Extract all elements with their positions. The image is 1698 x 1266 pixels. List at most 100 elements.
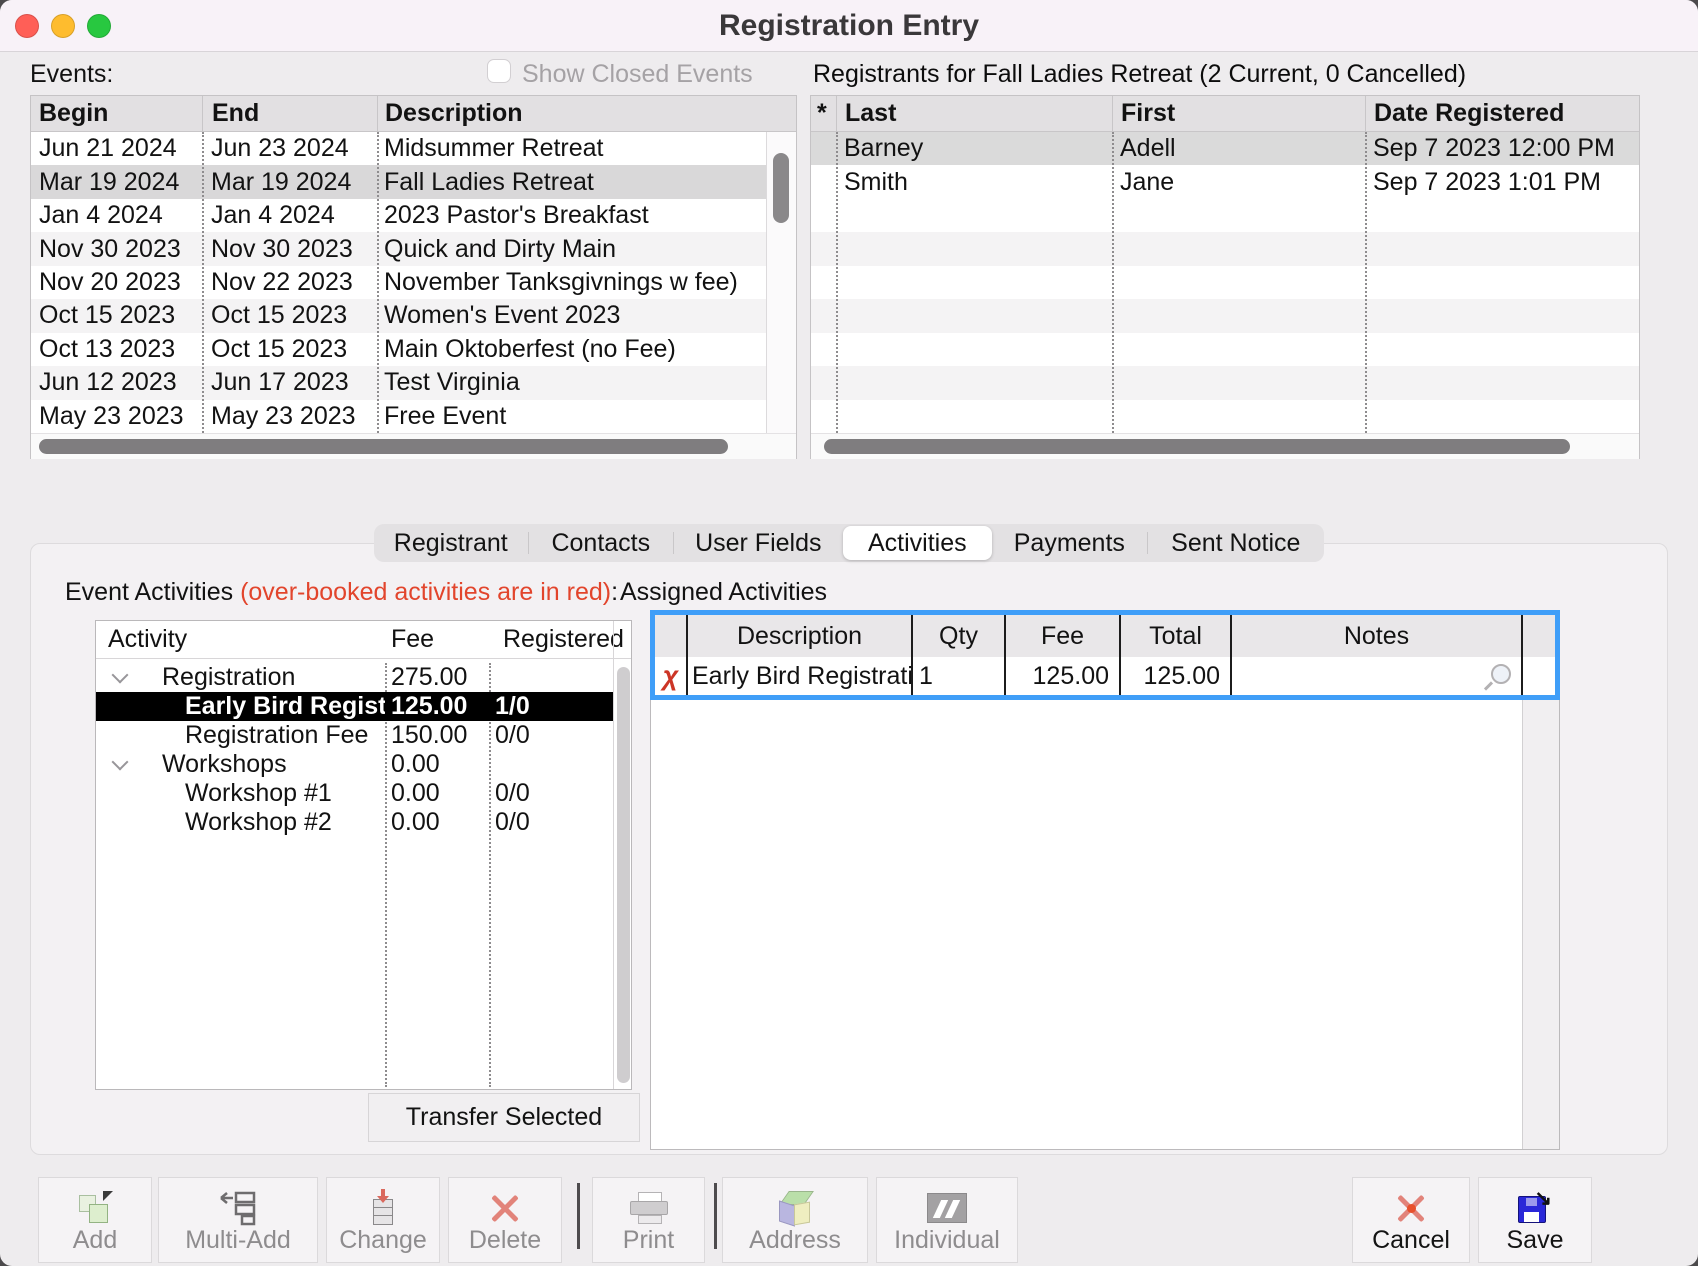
tree-row-workshop-2[interactable]: Workshop #2 0.00 0/0	[96, 808, 613, 837]
event-row[interactable]: Nov 20 2023 Nov 22 2023 November Tanksgi…	[31, 266, 766, 299]
transfer-selected-button[interactable]: Transfer Selected	[368, 1093, 640, 1142]
column-header-description[interactable]: Description	[686, 615, 911, 657]
tree-row-workshops[interactable]: Workshops 0.00	[96, 750, 613, 779]
change-button[interactable]: Change	[326, 1177, 440, 1263]
individual-button[interactable]: Individual	[876, 1177, 1018, 1263]
save-icon	[1479, 1188, 1591, 1228]
event-activities-tree: Activity Fee Registered Registration 275…	[95, 620, 632, 1090]
event-row[interactable]: Jan 4 2024 Jan 4 2024 2023 Pastor's Brea…	[31, 199, 766, 232]
print-icon	[593, 1188, 704, 1228]
assigned-notes-field[interactable]	[1230, 657, 1521, 695]
cell-begin: Oct 13 2023	[31, 335, 202, 364]
column-header-qty[interactable]: Qty	[911, 615, 1004, 657]
overbooked-note: (over-booked activities are in red)	[240, 578, 611, 606]
chevron-down-icon[interactable]	[113, 756, 127, 770]
event-row-selected[interactable]: Mar 19 2024 Mar 19 2024 Fall Ladies Retr…	[31, 165, 766, 198]
registrant-row[interactable]: Smith Jane Sep 7 2023 1:01 PM	[811, 165, 1639, 198]
empty-row[interactable]	[811, 199, 1639, 232]
show-closed-checkbox[interactable]	[487, 59, 511, 83]
event-row[interactable]: Oct 13 2023 Oct 15 2023 Main Oktoberfest…	[31, 333, 766, 366]
assigned-scrollbar-track[interactable]	[1522, 700, 1559, 1149]
column-header-first[interactable]: First	[1112, 96, 1365, 131]
column-header-end[interactable]: End	[202, 96, 377, 131]
event-row[interactable]: Nov 30 2023 Nov 30 2023 Quick and Dirty …	[31, 232, 766, 265]
column-header-fee[interactable]: Fee	[1004, 615, 1119, 657]
cell-description: Midsummer Retreat	[377, 134, 766, 163]
horizontal-scrollbar[interactable]	[811, 433, 1639, 459]
tree-row-registration[interactable]: Registration 275.00	[96, 663, 613, 692]
tree-fee: 0.00	[385, 808, 489, 837]
tab-registrant[interactable]: Registrant	[374, 524, 528, 562]
registrant-row-selected[interactable]: Barney Adell Sep 7 2023 12:00 PM	[811, 132, 1639, 165]
empty-row[interactable]	[811, 333, 1639, 366]
tree-fee: 0.00	[385, 779, 489, 808]
column-header-total[interactable]: Total	[1119, 615, 1230, 657]
multi-add-button[interactable]: Multi-Add	[158, 1177, 318, 1263]
remove-activity-icon[interactable]	[655, 657, 686, 695]
events-table-header: Begin End Description	[31, 96, 796, 132]
tab-payments[interactable]: Payments	[992, 524, 1147, 562]
empty-row[interactable]	[811, 299, 1639, 332]
assigned-fee-field[interactable]: 125.00	[1004, 657, 1119, 695]
tab-contacts[interactable]: Contacts	[529, 524, 674, 562]
tab-sent-notice[interactable]: Sent Notice	[1148, 524, 1324, 562]
tree-row-early-bird-selected[interactable]: Early Bird Registr... 125.00 1/0	[96, 692, 613, 721]
tree-row-workshop-1[interactable]: Workshop #1 0.00 0/0	[96, 779, 613, 808]
column-header-registered[interactable]: Registered	[489, 625, 631, 654]
save-button-label: Save	[1507, 1226, 1564, 1255]
assigned-total-field[interactable]: 125.00	[1119, 657, 1230, 695]
save-button[interactable]: Save	[1478, 1177, 1592, 1263]
assigned-row[interactable]: Early Bird Registration 1 125.00 125.00	[655, 657, 1555, 695]
add-button[interactable]: Add	[38, 1177, 152, 1263]
individual-button-label: Individual	[894, 1226, 1000, 1255]
cell-begin: May 23 2023	[31, 402, 202, 431]
horizontal-scrollbar-thumb[interactable]	[824, 439, 1570, 454]
cell-end: Mar 19 2024	[202, 168, 377, 197]
column-header-last[interactable]: Last	[836, 96, 1112, 131]
delete-button[interactable]: Delete	[448, 1177, 562, 1263]
tree-fee: 275.00	[385, 663, 489, 692]
tab-activities[interactable]: Activities	[843, 526, 993, 560]
cell-description: Fall Ladies Retreat	[377, 168, 766, 197]
column-header-date-registered[interactable]: Date Registered	[1365, 96, 1639, 131]
registrants-table-header: * Last First Date Registered	[811, 96, 1639, 132]
empty-row[interactable]	[811, 400, 1639, 433]
event-row[interactable]: Jun 21 2024 Jun 23 2024 Midsummer Retrea…	[31, 132, 766, 165]
assigned-body	[650, 700, 1560, 1150]
assigned-header-track	[1521, 615, 1555, 657]
empty-row[interactable]	[811, 232, 1639, 265]
chevron-down-icon[interactable]	[113, 669, 127, 683]
search-icon[interactable]	[1491, 664, 1511, 684]
horizontal-scrollbar[interactable]	[31, 433, 796, 459]
delete-button-label: Delete	[469, 1226, 541, 1255]
event-row[interactable]: May 23 2023 May 23 2023 Free Event	[31, 400, 766, 433]
column-header-fee[interactable]: Fee	[385, 625, 489, 654]
column-header-description[interactable]: Description	[377, 96, 796, 131]
assigned-qty-field[interactable]: 1	[911, 657, 1004, 695]
assigned-header-icon-col	[655, 615, 686, 657]
print-button[interactable]: Print	[592, 1177, 705, 1263]
column-header-begin[interactable]: Begin	[31, 96, 202, 131]
column-header-notes[interactable]: Notes	[1230, 615, 1521, 657]
cell-last: Barney	[836, 134, 1112, 163]
vertical-scrollbar-thumb[interactable]	[773, 153, 789, 223]
cell-end: Nov 30 2023	[202, 235, 377, 264]
cell-begin: Jun 21 2024	[31, 134, 202, 163]
vertical-scrollbar[interactable]	[766, 132, 796, 433]
delete-icon	[449, 1188, 561, 1228]
tab-user-fields[interactable]: User Fields	[674, 524, 842, 562]
events-label: Events:	[30, 60, 113, 89]
empty-row[interactable]	[811, 366, 1639, 399]
assigned-description-field[interactable]: Early Bird Registration	[686, 657, 911, 695]
event-row[interactable]: Jun 12 2023 Jun 17 2023 Test Virginia	[31, 366, 766, 399]
vertical-scrollbar-thumb[interactable]	[617, 667, 630, 1083]
column-header-star[interactable]: *	[811, 96, 836, 131]
tree-row-registration-fee[interactable]: Registration Fee 150.00 0/0	[96, 721, 613, 750]
column-header-activity[interactable]: Activity	[96, 625, 385, 654]
show-closed-label: Show Closed Events	[522, 60, 753, 89]
horizontal-scrollbar-thumb[interactable]	[39, 439, 728, 454]
empty-row[interactable]	[811, 266, 1639, 299]
cancel-button[interactable]: Cancel	[1352, 1177, 1470, 1263]
event-row[interactable]: Oct 15 2023 Oct 15 2023 Women's Event 20…	[31, 299, 766, 332]
address-button[interactable]: Address	[722, 1177, 868, 1263]
